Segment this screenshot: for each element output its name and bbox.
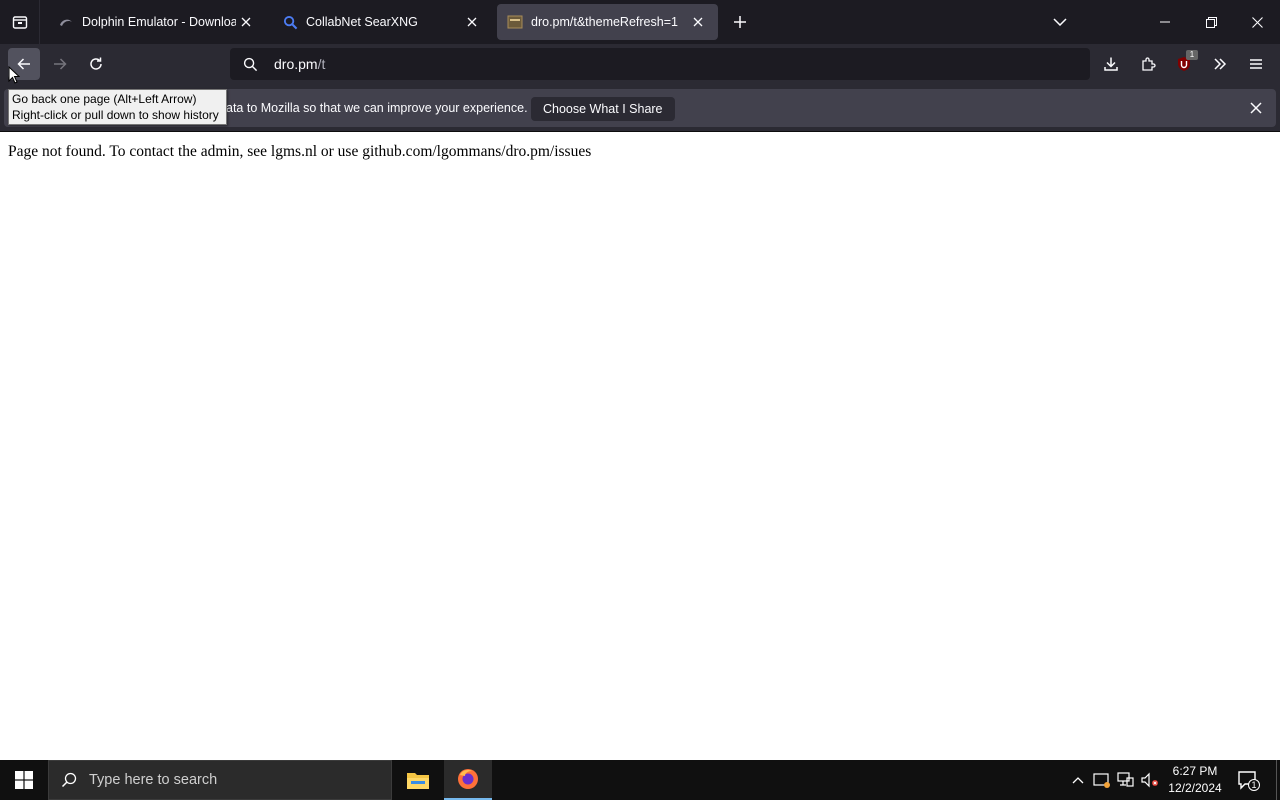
url-path: /t bbox=[317, 56, 326, 72]
action-center-button[interactable]: 1 bbox=[1236, 768, 1260, 792]
url-text: dro.pm/t bbox=[270, 56, 325, 72]
ublock-badge: 1 bbox=[1186, 50, 1198, 60]
arrow-right-icon bbox=[54, 58, 67, 70]
restore-icon bbox=[1205, 16, 1217, 28]
mouse-cursor-icon bbox=[8, 66, 20, 84]
url-bar[interactable]: dro.pm/t bbox=[230, 48, 1090, 80]
tab-label: CollabNet SearXNG bbox=[306, 15, 418, 29]
navigation-toolbar: dro.pm/t 1 bbox=[0, 44, 1280, 86]
downloads-button[interactable] bbox=[1095, 48, 1127, 80]
close-icon[interactable] bbox=[236, 12, 256, 32]
hamburger-menu-icon bbox=[1250, 59, 1262, 69]
volume-tray-icon[interactable] bbox=[1140, 770, 1160, 790]
notification-message: ata to Mozilla so that we can improve yo… bbox=[226, 101, 528, 115]
clock-time: 6:27 PM bbox=[1172, 764, 1218, 778]
forward-button[interactable] bbox=[44, 48, 76, 80]
speaker-muted-icon bbox=[1141, 772, 1158, 788]
tab-searxng[interactable]: CollabNet SearXNG bbox=[272, 4, 492, 40]
page-icon bbox=[507, 14, 523, 30]
close-icon[interactable] bbox=[688, 12, 708, 32]
page-not-found-message: Page not found. To contact the admin, se… bbox=[8, 143, 592, 160]
network-tray-icon[interactable] bbox=[1116, 770, 1136, 790]
taskbar-clock[interactable]: 6:27 PM 12/2/2024 bbox=[1164, 763, 1226, 797]
close-icon bbox=[1251, 16, 1263, 28]
app-menu-button[interactable] bbox=[1240, 48, 1272, 80]
chevron-down-icon bbox=[1053, 18, 1067, 26]
tab-strip: Dolphin Emulator - Download CollabNet Se… bbox=[0, 0, 1280, 44]
notification-count: 1 bbox=[1251, 780, 1257, 790]
show-hidden-icons-button[interactable] bbox=[1068, 770, 1088, 790]
folder-icon bbox=[407, 773, 429, 789]
dismiss-notification-button[interactable] bbox=[1244, 96, 1268, 120]
tab-dro-pm[interactable]: dro.pm/t&themeRefresh=1 bbox=[497, 4, 718, 40]
close-icon[interactable] bbox=[462, 12, 482, 32]
search-icon bbox=[230, 57, 270, 72]
windows-taskbar: Type here to search 6:27 PM 12/2/2024 1 bbox=[0, 760, 1280, 800]
new-tab-button[interactable] bbox=[728, 10, 752, 34]
show-desktop-button[interactable] bbox=[1276, 760, 1280, 800]
defender-warning-icon bbox=[1093, 773, 1110, 788]
download-icon bbox=[1104, 57, 1118, 71]
minimize-button[interactable] bbox=[1142, 0, 1188, 44]
firefox-view-icon bbox=[12, 16, 27, 29]
chevron-up-icon bbox=[1072, 777, 1084, 784]
chevron-double-right-icon bbox=[1214, 58, 1227, 70]
puzzle-icon bbox=[1142, 57, 1156, 71]
page-content: Page not found. To contact the admin, se… bbox=[0, 132, 1280, 760]
clock-date: 12/2/2024 bbox=[1168, 781, 1222, 795]
restore-button[interactable] bbox=[1188, 0, 1234, 44]
plus-icon bbox=[734, 16, 746, 28]
file-explorer-button[interactable] bbox=[394, 760, 442, 800]
reload-button[interactable] bbox=[80, 48, 112, 80]
network-icon bbox=[1117, 772, 1134, 787]
tab-dolphin[interactable]: Dolphin Emulator - Download bbox=[48, 4, 266, 40]
tab-label: dro.pm/t&themeRefresh=1 bbox=[531, 15, 678, 29]
url-host: dro.pm bbox=[274, 56, 318, 72]
search-icon bbox=[49, 772, 89, 788]
dolphin-icon bbox=[58, 14, 74, 30]
minimize-icon bbox=[1160, 21, 1170, 23]
windows-logo-icon bbox=[15, 771, 33, 789]
reload-icon bbox=[90, 57, 102, 70]
firefox-view-button[interactable] bbox=[0, 0, 40, 44]
search-icon bbox=[282, 14, 298, 30]
security-tray-icon[interactable] bbox=[1092, 770, 1112, 790]
ublock-button[interactable]: 1 bbox=[1168, 48, 1200, 80]
start-button[interactable] bbox=[0, 760, 48, 800]
tooltip-line-2: Right-click or pull down to show history bbox=[12, 108, 219, 122]
tab-label: Dolphin Emulator - Download bbox=[82, 15, 236, 29]
back-button-tooltip: Go back one page (Alt+Left Arrow) Right-… bbox=[8, 89, 227, 125]
firefox-icon bbox=[458, 769, 478, 789]
more-tools-button[interactable] bbox=[1204, 48, 1236, 80]
button-label: Choose What I Share bbox=[543, 102, 663, 116]
tooltip-line-1: Go back one page (Alt+Left Arrow) bbox=[12, 92, 197, 106]
taskbar-search-box[interactable]: Type here to search bbox=[48, 760, 392, 800]
search-placeholder: Type here to search bbox=[89, 772, 218, 788]
extensions-button[interactable] bbox=[1132, 48, 1164, 80]
choose-what-i-share-button[interactable]: Choose What I Share bbox=[531, 97, 675, 121]
firefox-taskbar-button[interactable] bbox=[444, 760, 492, 800]
list-all-tabs-button[interactable] bbox=[1038, 0, 1082, 44]
close-icon bbox=[1250, 102, 1262, 114]
close-window-button[interactable] bbox=[1234, 0, 1280, 44]
